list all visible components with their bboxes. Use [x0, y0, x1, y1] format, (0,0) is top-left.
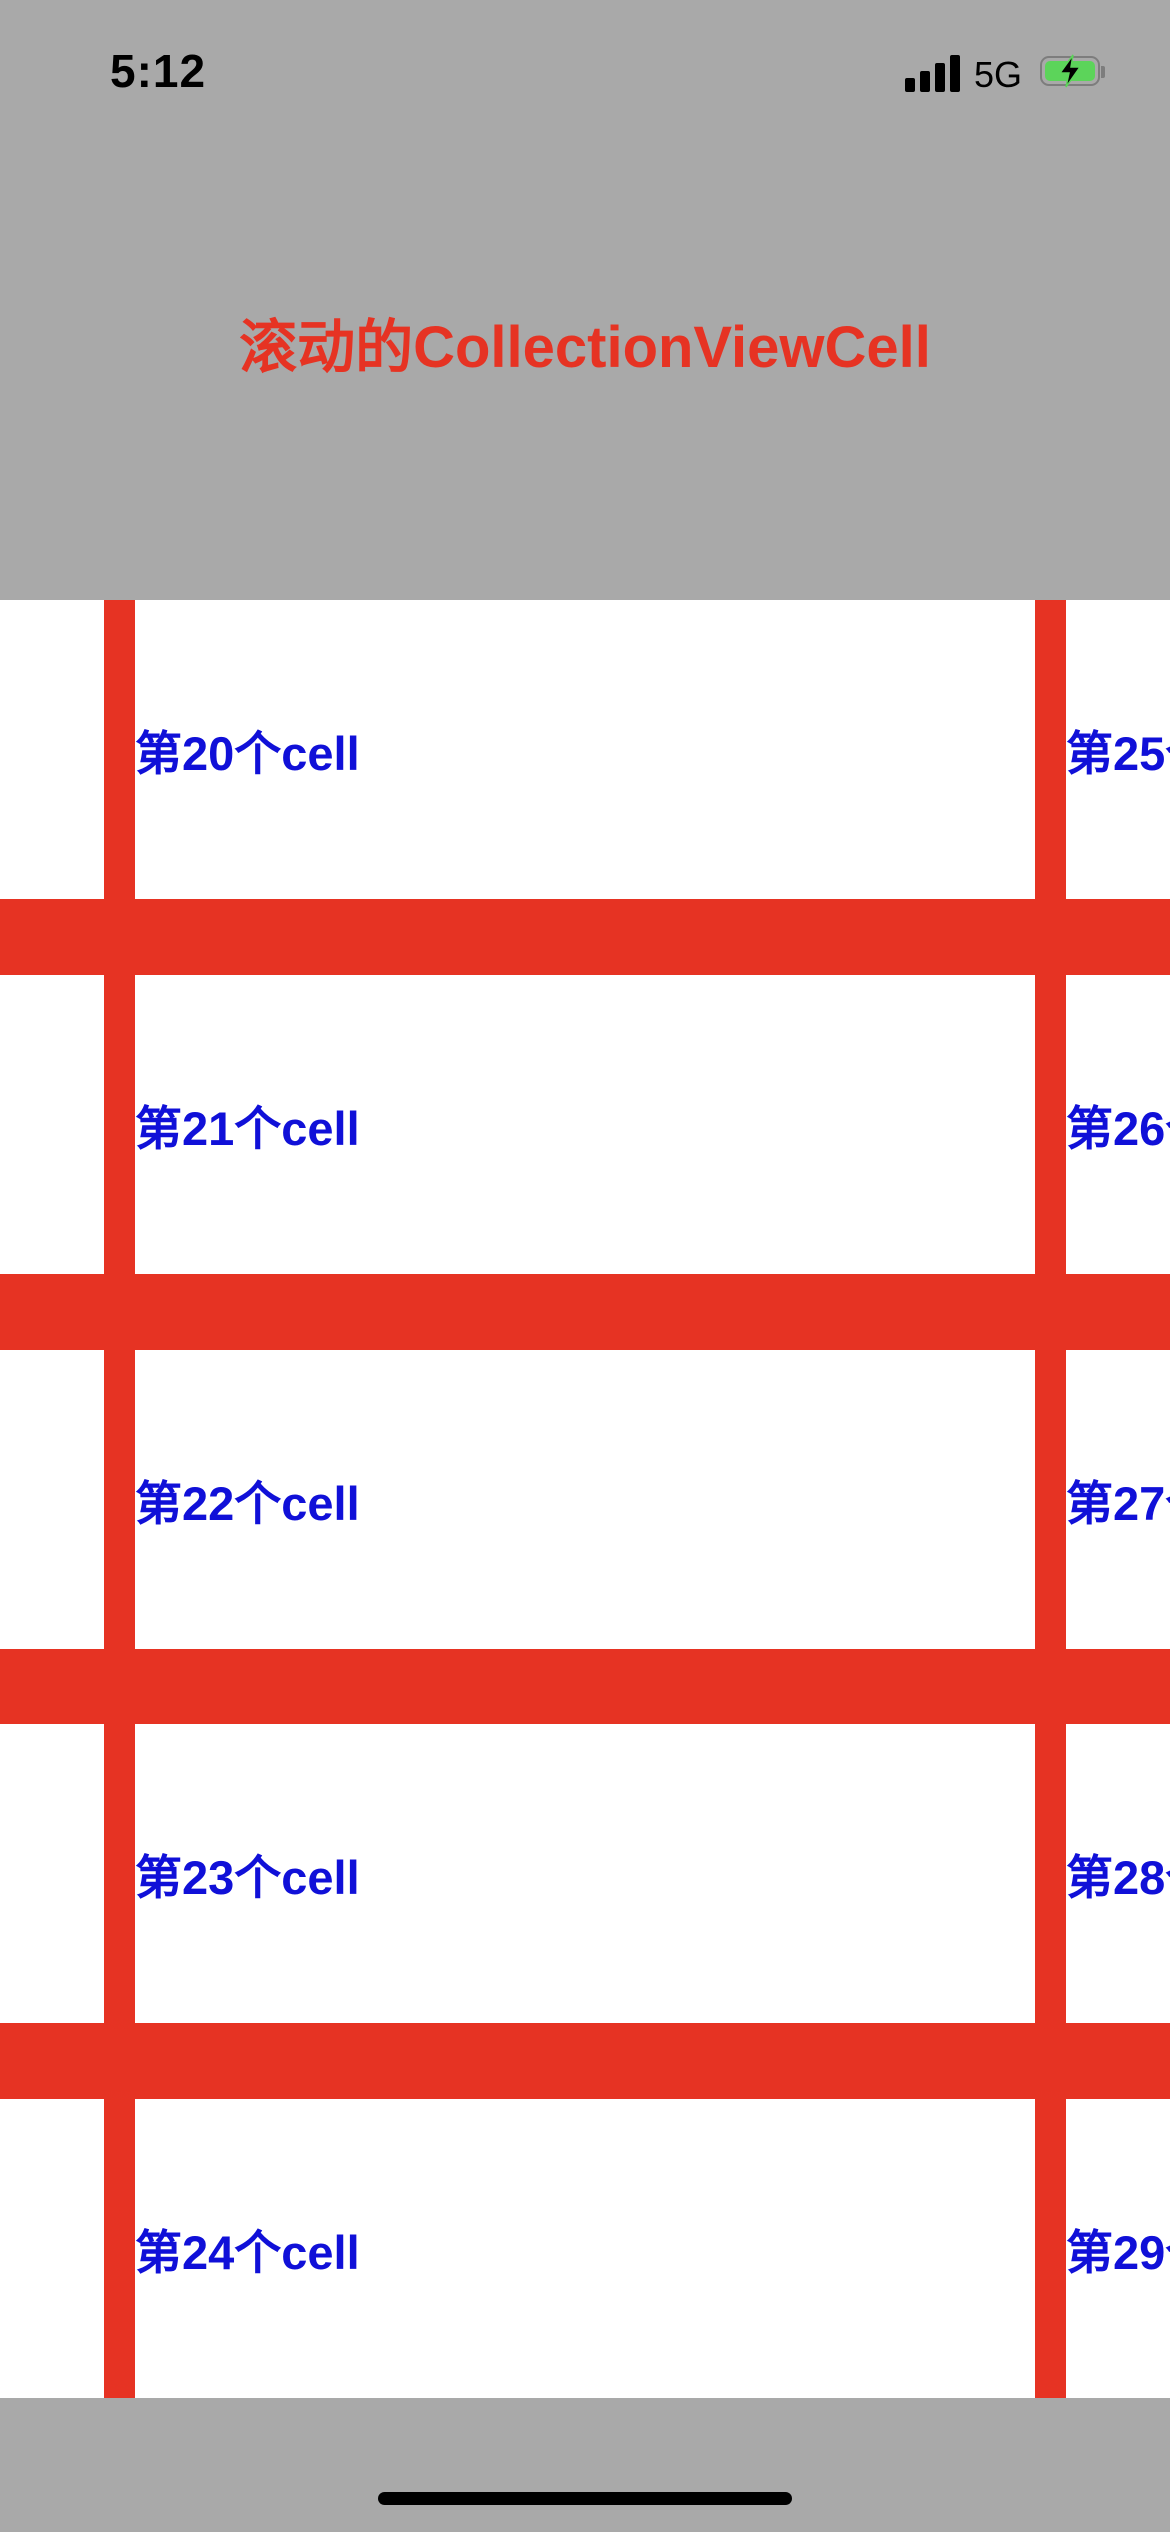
collection-cell[interactable]: 第20个cell — [135, 600, 1035, 899]
collection-cell[interactable]: 第23个cell — [135, 1724, 1035, 2023]
cell-label: 第29个cell — [1066, 2226, 1170, 2279]
collection-cell[interactable]: 第21个cell — [135, 975, 1035, 1274]
cell-label: 第21个cell — [135, 1102, 360, 1155]
collection-cell[interactable] — [0, 2099, 104, 2398]
collection-cell[interactable]: 第29个cell — [1066, 2099, 1170, 2398]
collection-cell[interactable]: 第26个cell — [1066, 975, 1170, 1274]
collection-cell[interactable] — [0, 1724, 104, 2023]
status-time: 5:12 — [110, 45, 207, 97]
collection-cell[interactable] — [0, 975, 104, 1274]
collection-view[interactable]: 第20个cell 第25个cell 第21个cell 第26个cell 第22个… — [0, 600, 1170, 2398]
network-type: 5G — [974, 54, 1023, 95]
cell-label: 第25个cell — [1066, 727, 1170, 780]
collection-cell[interactable]: 第27个cell — [1066, 1350, 1170, 1649]
battery-charging-icon — [1040, 54, 1106, 90]
status-bar: 5:12 5G — [0, 0, 1170, 150]
cell-label: 第23个cell — [135, 1851, 360, 1904]
collection-cell[interactable]: 第24个cell — [135, 2099, 1035, 2398]
collection-cell[interactable] — [0, 1350, 104, 1649]
cell-label: 第20个cell — [135, 727, 360, 780]
collection-cell[interactable]: 第28个cell — [1066, 1724, 1170, 2023]
page-title: 滚动的CollectionViewCell — [239, 315, 931, 380]
cell-label: 第22个cell — [135, 1477, 360, 1530]
collection-cell[interactable] — [0, 600, 104, 899]
cell-label: 第26个cell — [1066, 1102, 1170, 1155]
collection-cell[interactable]: 第22个cell — [135, 1350, 1035, 1649]
cell-label: 第27个cell — [1066, 1477, 1170, 1530]
collection-cell[interactable]: 第25个cell — [1066, 600, 1170, 899]
cell-label: 第28个cell — [1066, 1851, 1170, 1904]
signal-icon — [905, 54, 963, 92]
home-indicator[interactable] — [378, 2492, 792, 2505]
cell-label: 第24个cell — [135, 2226, 360, 2279]
